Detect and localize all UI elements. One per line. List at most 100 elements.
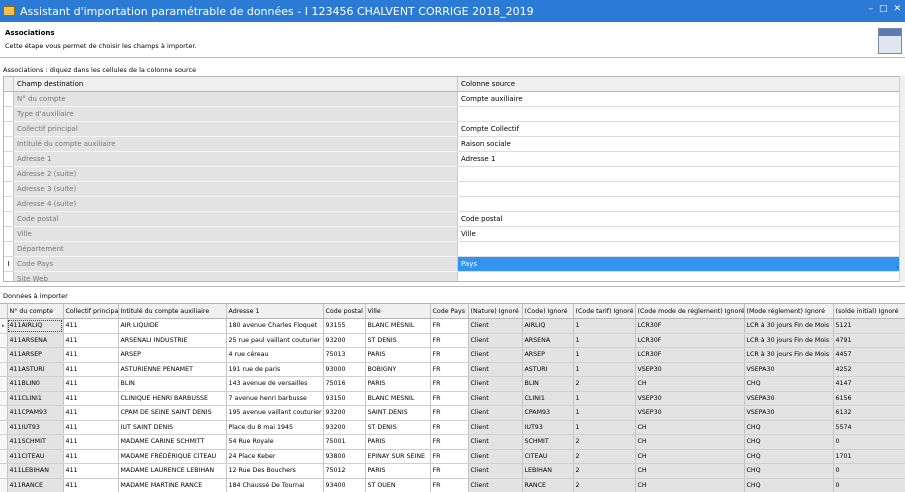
row-selector[interactable] bbox=[4, 197, 14, 212]
row-selector[interactable] bbox=[0, 449, 8, 464]
colonne-source-cell[interactable]: Compte Collectif bbox=[458, 122, 901, 137]
row-selector[interactable] bbox=[0, 420, 8, 435]
table-cell[interactable]: Client bbox=[468, 434, 523, 450]
table-cell[interactable]: AIR LIQUIDE bbox=[118, 318, 227, 334]
table-cell[interactable]: 411IUT93 bbox=[7, 420, 64, 435]
row-selector[interactable] bbox=[0, 405, 8, 421]
column-header[interactable]: Code Pays bbox=[430, 304, 469, 319]
table-cell[interactable]: 411CITEAU bbox=[7, 449, 64, 464]
row-selector[interactable] bbox=[0, 463, 8, 479]
table-cell[interactable]: ASTURI bbox=[522, 362, 574, 377]
table-cell[interactable]: Place du 8 mai 1945 bbox=[226, 420, 324, 435]
column-header[interactable]: Ville bbox=[365, 304, 431, 319]
table-cell[interactable]: EPINAY SUR SEINE bbox=[365, 449, 431, 464]
table-cell[interactable]: PARIS bbox=[365, 434, 431, 450]
table-cell[interactable]: 1 bbox=[573, 318, 636, 334]
colonne-source-cell[interactable]: Ville bbox=[458, 227, 901, 242]
table-cell[interactable]: LCR30F bbox=[635, 347, 745, 363]
table-cell[interactable]: 411 bbox=[63, 376, 119, 392]
table-cell[interactable]: CHQ bbox=[744, 449, 834, 464]
table-cell[interactable]: CHQ bbox=[744, 434, 834, 450]
table-cell[interactable]: VSEP30 bbox=[635, 391, 745, 406]
table-row[interactable]: 411BLIN0 411 BLIN 143 avenue de versailles 7… bbox=[0, 376, 905, 392]
header-colonne-source[interactable]: Colonne source bbox=[458, 77, 901, 92]
header-champ-destination[interactable]: Champ destination bbox=[14, 77, 458, 92]
table-cell[interactable]: Client bbox=[468, 463, 523, 479]
table-cell[interactable]: 180 avenue Charles Floquet bbox=[226, 318, 324, 334]
table-cell[interactable]: 7 avenue henri barbusse bbox=[226, 391, 324, 406]
table-cell[interactable]: FR bbox=[430, 362, 469, 377]
row-selector[interactable] bbox=[4, 182, 14, 197]
row-selector[interactable] bbox=[0, 391, 8, 406]
table-cell[interactable]: 93200 bbox=[323, 420, 366, 435]
table-cell[interactable]: 5121 bbox=[833, 318, 905, 334]
table-cell[interactable]: FR bbox=[430, 463, 469, 479]
colonne-source-cell[interactable] bbox=[458, 182, 901, 197]
table-cell[interactable]: CITEAU bbox=[522, 449, 574, 464]
table-cell[interactable]: CH bbox=[635, 478, 745, 492]
table-cell[interactable]: 411 bbox=[63, 434, 119, 450]
table-cell[interactable]: FR bbox=[430, 420, 469, 435]
table-cell[interactable]: 411 bbox=[63, 478, 119, 492]
table-cell[interactable]: Client bbox=[468, 449, 523, 464]
table-cell[interactable]: 75016 bbox=[323, 376, 366, 392]
table-cell[interactable]: MADAME FRÉDÉRIQUE CITEAU bbox=[118, 449, 227, 464]
table-cell[interactable]: CH bbox=[635, 463, 745, 479]
table-cell[interactable]: 2 bbox=[573, 434, 636, 450]
table-cell[interactable]: 2 bbox=[573, 478, 636, 492]
table-row[interactable]: 411LEBIHAN 411 MADAME LAURENCE LEBIHAN 12 R… bbox=[0, 463, 905, 479]
table-cell[interactable]: FR bbox=[430, 318, 469, 334]
table-cell[interactable]: 191 rue de paris bbox=[226, 362, 324, 377]
table-cell[interactable]: 5574 bbox=[833, 420, 905, 435]
table-cell[interactable]: ST DENIS bbox=[365, 420, 431, 435]
table-cell[interactable]: CLINIQUE HENRI BARBUSSE bbox=[118, 391, 227, 406]
table-cell[interactable]: CH bbox=[635, 376, 745, 392]
table-cell[interactable]: 2 bbox=[573, 376, 636, 392]
table-cell[interactable]: AIRLIQ bbox=[522, 318, 574, 334]
table-cell[interactable]: 4 rue céreau bbox=[226, 347, 324, 363]
table-cell[interactable]: 1701 bbox=[833, 449, 905, 464]
table-cell[interactable]: 93800 bbox=[323, 449, 366, 464]
table-row[interactable]: 411CITEAU 411 MADAME FRÉDÉRIQUE CITEAU 24 P… bbox=[0, 449, 905, 464]
table-cell[interactable]: 411AIRLIQ bbox=[7, 318, 64, 334]
column-header[interactable]: (Code mode de réglement) Ignoré bbox=[635, 304, 745, 319]
table-row[interactable]: 411ARSEP 411 ARSEP 4 rue céreau 75013 PARIS FR… bbox=[0, 347, 905, 363]
column-header[interactable]: (Code) Ignoré bbox=[522, 304, 574, 319]
table-cell[interactable]: 411 bbox=[63, 347, 119, 363]
table-cell[interactable]: CH bbox=[635, 449, 745, 464]
close-icon[interactable]: ✕ bbox=[893, 4, 901, 14]
table-cell[interactable]: MADAME MARTINE RANCE bbox=[118, 478, 227, 492]
colonne-source-cell[interactable]: Adresse 1 bbox=[458, 152, 901, 167]
table-cell[interactable]: VSEPA30 bbox=[744, 405, 834, 421]
column-header[interactable]: Adresse 1 bbox=[226, 304, 324, 319]
colonne-source-cell[interactable] bbox=[458, 107, 901, 122]
row-selector[interactable] bbox=[4, 227, 14, 242]
column-header[interactable]: Code postal bbox=[323, 304, 366, 319]
table-cell[interactable]: Client bbox=[468, 405, 523, 421]
minimize-icon[interactable]: – bbox=[868, 4, 873, 14]
table-cell[interactable]: CHQ bbox=[744, 478, 834, 492]
table-cell[interactable]: ST DENIS bbox=[365, 333, 431, 348]
table-cell[interactable]: 75001 bbox=[323, 434, 366, 450]
table-cell[interactable]: 411 bbox=[63, 405, 119, 421]
table-cell[interactable]: RANCE bbox=[522, 478, 574, 492]
table-cell[interactable]: SCHMIT bbox=[522, 434, 574, 450]
table-cell[interactable]: 2 bbox=[573, 463, 636, 479]
table-cell[interactable]: CLINI1 bbox=[522, 391, 574, 406]
table-cell[interactable]: PARIS bbox=[365, 463, 431, 479]
column-header[interactable]: (Nature) Ignoré bbox=[468, 304, 523, 319]
table-cell[interactable]: 411ARSENA bbox=[7, 333, 64, 348]
table-cell[interactable]: BLIN bbox=[118, 376, 227, 392]
table-cell[interactable]: 143 avenue de versailles bbox=[226, 376, 324, 392]
table-cell[interactable]: 4791 bbox=[833, 333, 905, 348]
table-cell[interactable]: VSEP30 bbox=[635, 362, 745, 377]
table-cell[interactable]: VSEPA30 bbox=[744, 362, 834, 377]
table-cell[interactable]: 411 bbox=[63, 333, 119, 348]
table-cell[interactable]: FR bbox=[430, 347, 469, 363]
table-cell[interactable]: 411 bbox=[63, 391, 119, 406]
table-cell[interactable]: IUT93 bbox=[522, 420, 574, 435]
table-row[interactable]: 411ASTURI 411 ASTURIENNE PENAMET 191 rue de… bbox=[0, 362, 905, 377]
table-cell[interactable]: 1 bbox=[573, 391, 636, 406]
colonne-source-cell[interactable] bbox=[458, 272, 901, 281]
table-cell[interactable]: 25 rue paul vaillant couturier bbox=[226, 333, 324, 348]
